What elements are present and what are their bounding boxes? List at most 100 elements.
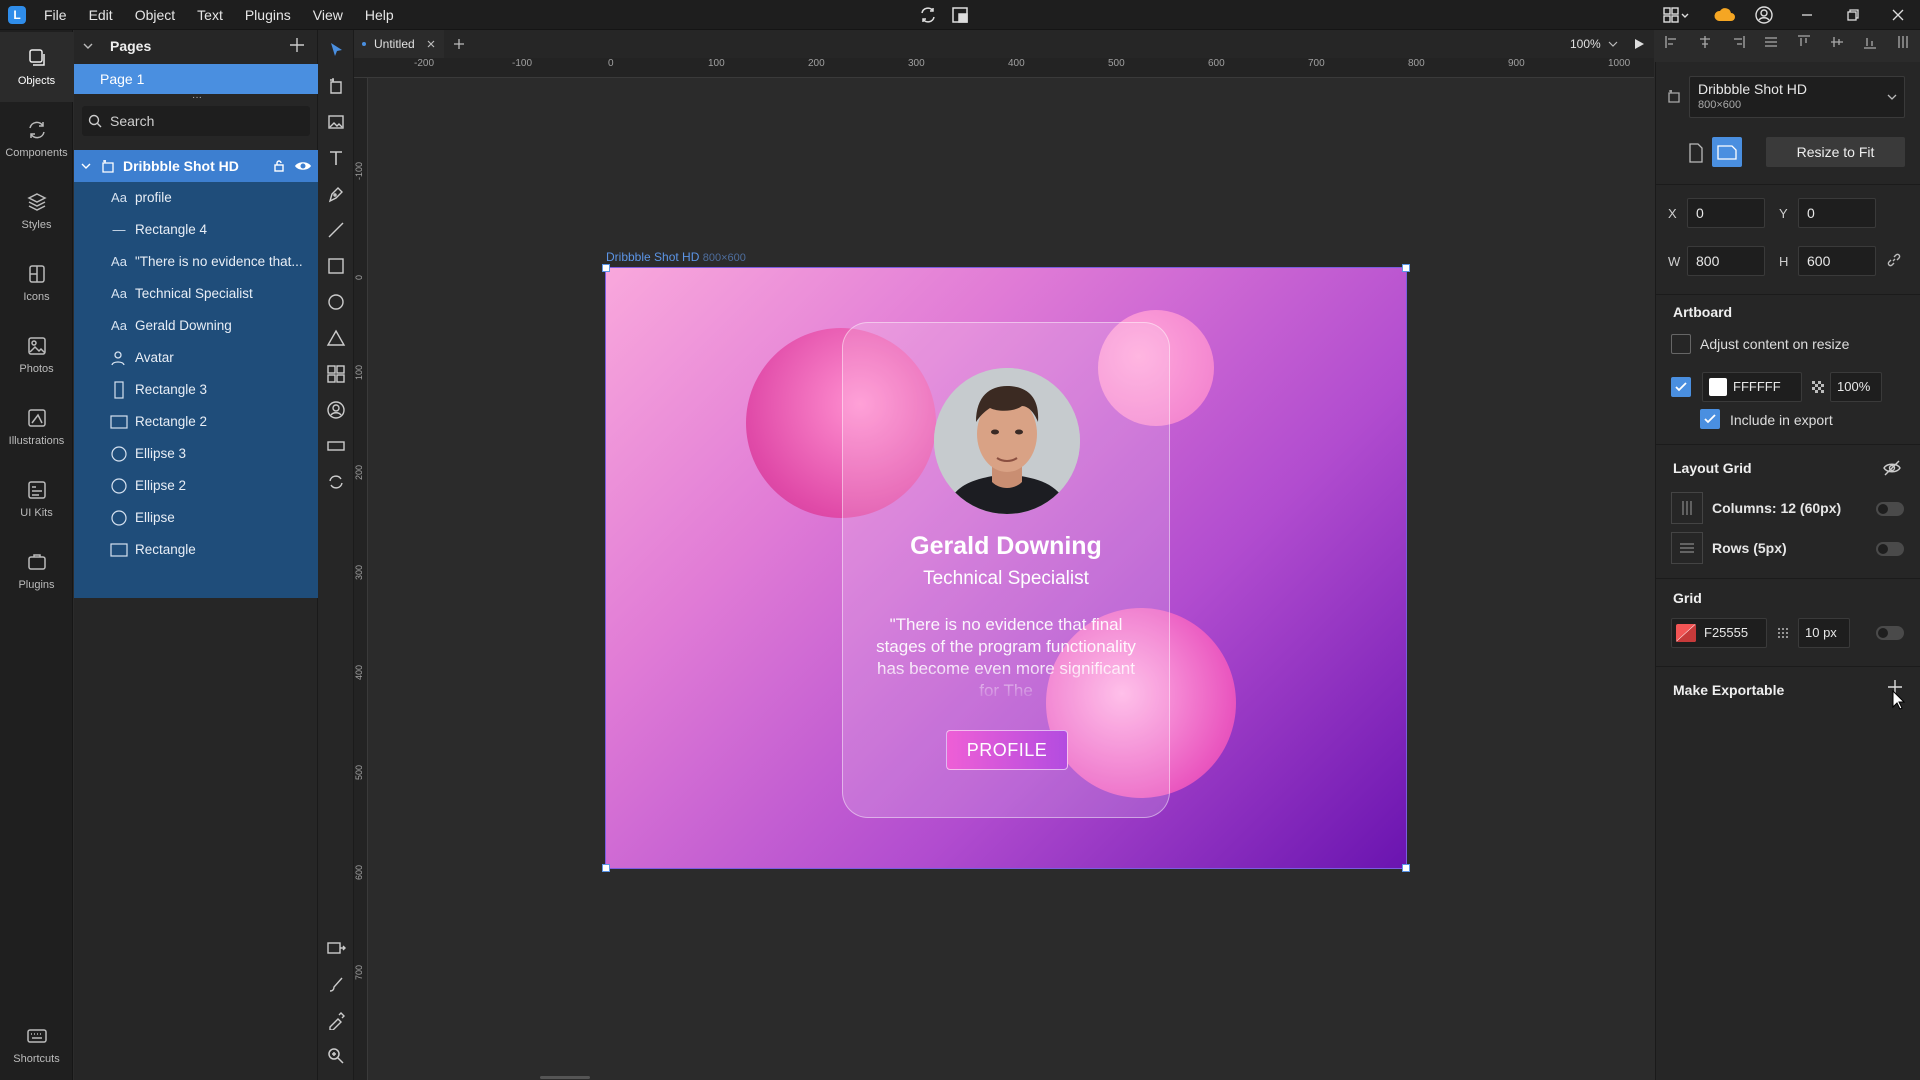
minimize-icon[interactable] — [1797, 5, 1817, 25]
layer-search-input[interactable]: Search — [82, 106, 310, 136]
grid-toggle[interactable] — [1876, 626, 1904, 640]
brush-tool-icon[interactable] — [326, 974, 346, 994]
zoom-tool-icon[interactable] — [326, 1046, 346, 1066]
resize-handle-bottom-right[interactable] — [1402, 864, 1410, 872]
avatar[interactable] — [934, 368, 1080, 514]
menu-edit[interactable]: Edit — [89, 7, 113, 23]
layer-artboard[interactable]: Dribbble Shot HD — [74, 150, 318, 182]
card-name[interactable]: Gerald Downing — [842, 532, 1170, 561]
repeat-tool-icon[interactable] — [326, 472, 346, 492]
layer-item[interactable]: Aa Gerald Downing — [74, 310, 318, 342]
card-role[interactable]: Technical Specialist — [842, 568, 1170, 590]
fill-color-input[interactable]: FFFFFF — [1702, 372, 1802, 402]
view-mode-icon[interactable] — [950, 5, 970, 25]
close-tab-icon[interactable] — [426, 39, 436, 49]
grid-color-swatch[interactable] — [1676, 624, 1696, 642]
add-page-icon[interactable] — [288, 36, 306, 54]
resize-handle-icon[interactable]: ··· — [192, 92, 202, 103]
align-bottom-icon[interactable] — [1862, 34, 1878, 50]
prototype-tool-icon[interactable] — [326, 938, 346, 958]
rail-components[interactable]: Components — [0, 104, 73, 174]
eye-icon[interactable] — [294, 159, 312, 173]
zoom-level[interactable]: 100% — [1570, 37, 1601, 51]
play-icon[interactable] — [1632, 37, 1646, 51]
menu-text[interactable]: Text — [197, 7, 223, 23]
component-tool-icon[interactable] — [326, 364, 346, 384]
width-input[interactable]: 800 — [1687, 246, 1765, 276]
rectangle-tool-icon[interactable] — [326, 256, 346, 276]
select-tool-icon[interactable] — [326, 40, 346, 60]
fill-opacity-input[interactable]: 100% — [1830, 372, 1882, 402]
pen-tool-icon[interactable] — [326, 184, 346, 204]
layer-item[interactable]: Ellipse 2 — [74, 470, 318, 502]
layer-item[interactable]: Ellipse — [74, 502, 318, 534]
tab-untitled[interactable]: Untitled — [354, 30, 444, 58]
app-logo[interactable]: L — [8, 6, 26, 24]
rail-ui-kits[interactable]: UI Kits — [0, 464, 73, 534]
layer-item[interactable]: Aa Technical Specialist — [74, 278, 318, 310]
rail-styles[interactable]: Styles — [0, 176, 73, 246]
align-left-icon[interactable] — [1664, 34, 1680, 50]
align-top-icon[interactable] — [1796, 34, 1812, 50]
cloud-icon[interactable] — [1713, 5, 1735, 25]
fill-checkbox[interactable] — [1671, 377, 1691, 397]
grid-size-input[interactable]: 10 px — [1798, 618, 1850, 648]
layer-item[interactable]: Rectangle 2 — [74, 406, 318, 438]
page-item[interactable]: Page 1 — [74, 64, 318, 94]
menu-plugins[interactable]: Plugins — [245, 7, 291, 23]
artboard-label[interactable]: Dribbble Shot HD 800×600 — [606, 250, 746, 264]
chevron-down-icon[interactable] — [1608, 40, 1618, 48]
include-export-checkbox[interactable] — [1700, 409, 1720, 429]
chevron-down-icon[interactable] — [81, 161, 91, 171]
profile-button[interactable]: PROFILE — [946, 730, 1068, 770]
account-icon[interactable] — [1754, 5, 1774, 25]
eye-hidden-icon[interactable] — [1882, 459, 1902, 477]
columns-toggle[interactable] — [1876, 502, 1904, 516]
artboard-tool-icon[interactable] — [326, 76, 346, 96]
triangle-tool-icon[interactable] — [326, 328, 346, 348]
card-quote[interactable]: "There is no evidence that final stages … — [866, 614, 1146, 704]
button-tool-icon[interactable] — [326, 436, 346, 456]
rail-plugins[interactable]: Plugins — [0, 536, 73, 606]
unlock-icon[interactable] — [272, 159, 286, 173]
resize-handle-top-left[interactable] — [602, 264, 610, 272]
text-tool-icon[interactable] — [326, 148, 346, 168]
adjust-content-checkbox[interactable] — [1671, 334, 1691, 354]
resize-to-fit-button[interactable]: Resize to Fit — [1766, 137, 1905, 167]
layer-item[interactable]: Aa profile — [74, 182, 318, 214]
artboard[interactable]: Gerald Downing Technical Specialist "The… — [605, 267, 1407, 869]
layer-item[interactable]: Ellipse 3 — [74, 438, 318, 470]
columns-icon[interactable] — [1671, 492, 1703, 524]
restore-icon[interactable] — [1843, 5, 1863, 25]
align-right-icon[interactable] — [1730, 34, 1746, 50]
rail-photos[interactable]: Photos — [0, 320, 73, 390]
chevron-down-icon[interactable] — [1886, 92, 1898, 102]
add-tab-icon[interactable] — [453, 38, 465, 50]
sync-icon[interactable] — [918, 5, 938, 25]
rail-illustrations[interactable]: Illustrations — [0, 392, 73, 462]
height-input[interactable]: 600 — [1798, 246, 1876, 276]
pages-header[interactable]: Pages — [74, 30, 318, 62]
layer-item[interactable]: Rectangle — [74, 534, 318, 566]
close-window-icon[interactable] — [1888, 5, 1908, 25]
image-tool-icon[interactable] — [326, 112, 346, 132]
resize-handle-top-right[interactable] — [1402, 264, 1410, 272]
rail-icons[interactable]: Icons — [0, 248, 73, 318]
ellipse-tool-icon[interactable] — [326, 292, 346, 312]
grid-color-input[interactable]: F25555 — [1671, 618, 1767, 648]
rail-objects[interactable]: Objects — [0, 32, 73, 102]
menu-help[interactable]: Help — [365, 7, 394, 23]
rows-icon[interactable] — [1671, 532, 1703, 564]
layer-item[interactable]: — Rectangle 4 — [74, 214, 318, 246]
distribute-v-icon[interactable] — [1895, 34, 1911, 50]
align-center-h-icon[interactable] — [1697, 34, 1713, 50]
eyedropper-tool-icon[interactable] — [326, 1010, 346, 1030]
x-input[interactable]: 0 — [1687, 198, 1765, 228]
layer-item[interactable]: Rectangle 3 — [74, 374, 318, 406]
line-tool-icon[interactable] — [326, 220, 346, 240]
rail-shortcuts[interactable]: Shortcuts — [0, 1010, 73, 1080]
distribute-h-icon[interactable] — [1763, 34, 1779, 50]
y-input[interactable]: 0 — [1798, 198, 1876, 228]
menu-object[interactable]: Object — [135, 7, 175, 23]
link-icon[interactable] — [1886, 252, 1902, 268]
